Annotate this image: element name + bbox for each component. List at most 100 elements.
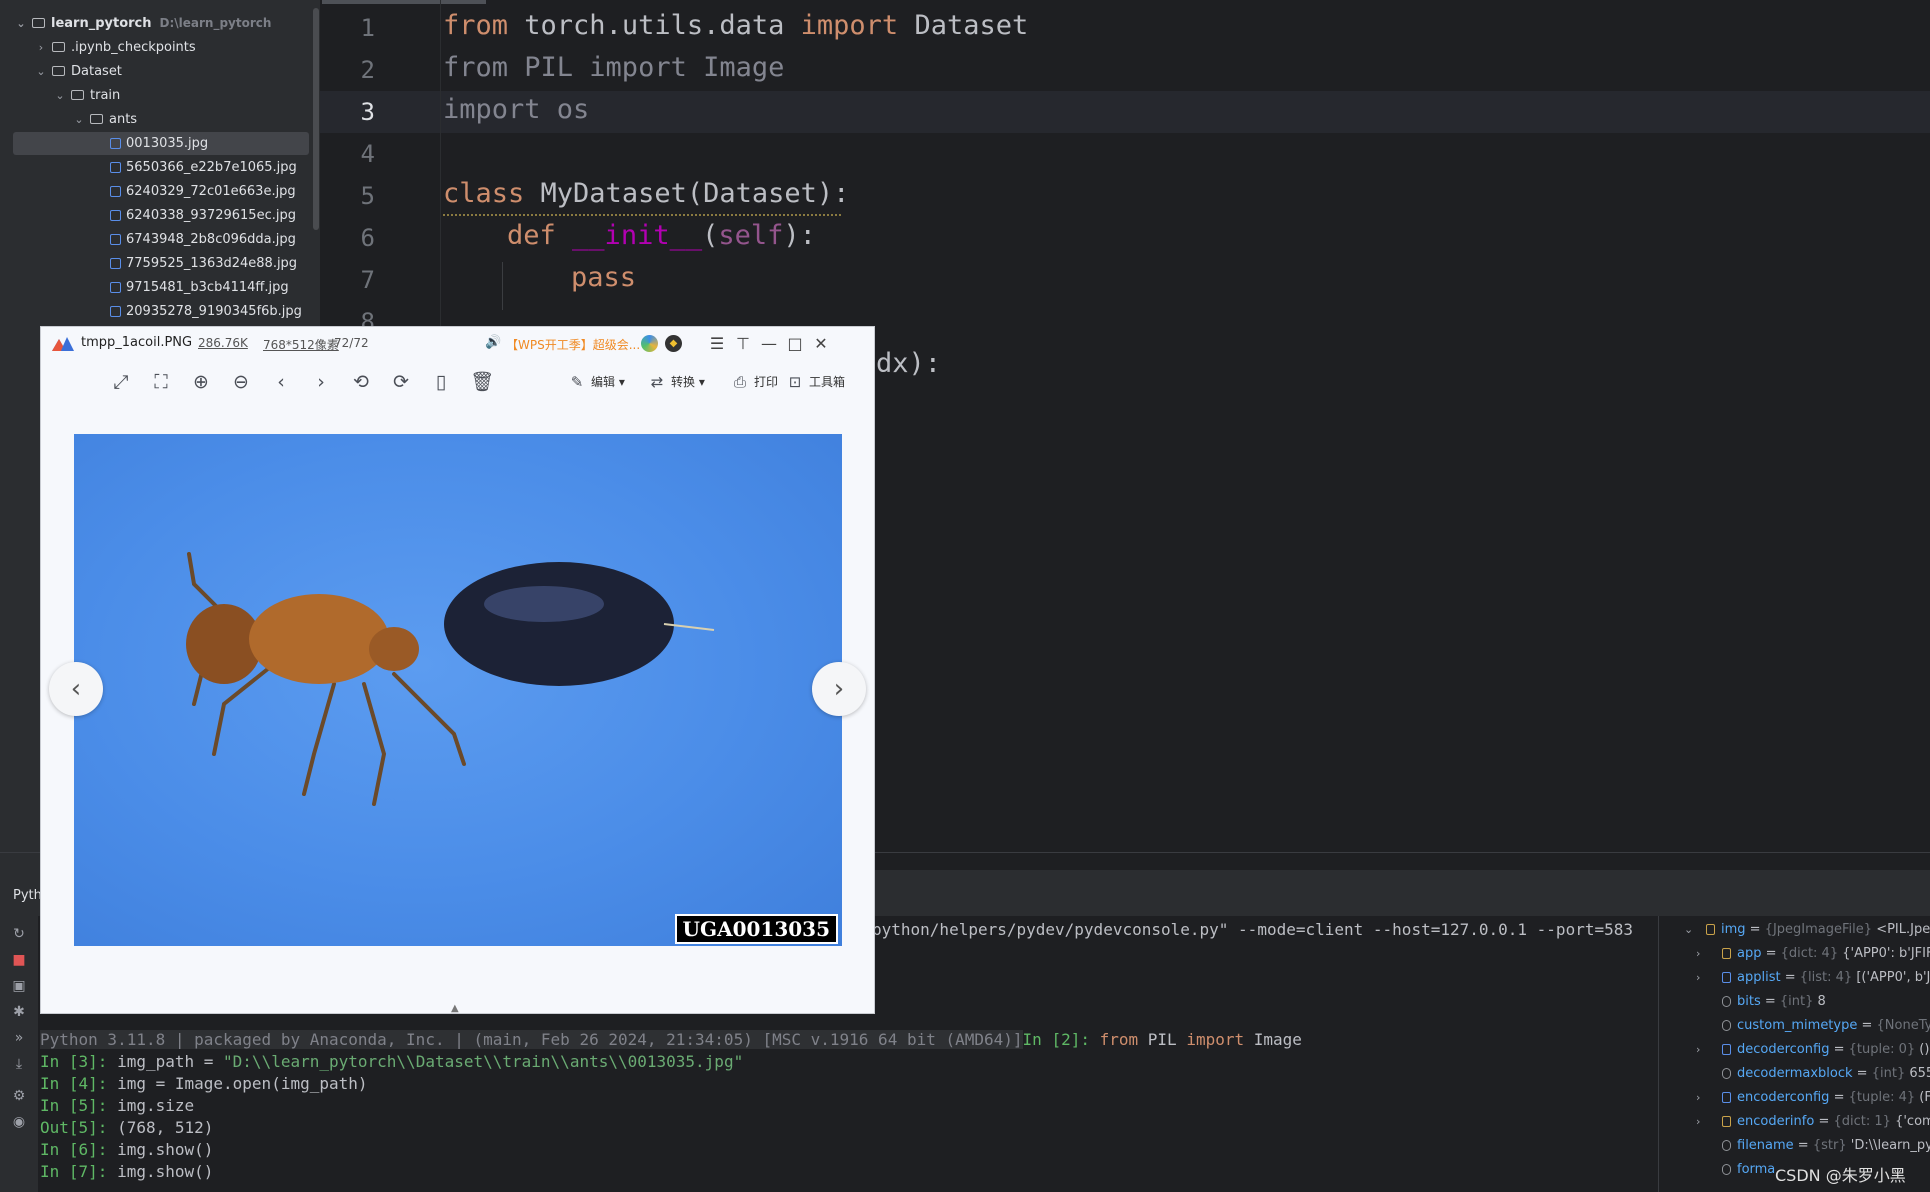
- badge-icon[interactable]: ◆: [665, 335, 682, 352]
- console-line: Out[5]: (768, 512): [40, 1118, 213, 1137]
- console-tab[interactable]: Pyth: [13, 888, 42, 903]
- tree-item-label: Dataset: [71, 63, 122, 79]
- previous-icon[interactable]: ‹: [270, 371, 292, 393]
- line-number: 7: [360, 266, 375, 294]
- console-text: from: [1099, 1030, 1139, 1049]
- tree-item-file[interactable]: 0013035.jpg: [106, 132, 208, 154]
- delete-icon[interactable]: 🗑: [470, 371, 494, 393]
- tree-item-file[interactable]: 5650366_e22b7e1065.jpg: [106, 156, 297, 178]
- variable-row[interactable]: ›encoderconfig = {tuple: 4} (Fa: [1696, 1090, 1930, 1105]
- variable-row[interactable]: filename = {str} 'D:\\learn_pytc: [1722, 1138, 1930, 1153]
- tree-item-file[interactable]: 20935278_9190345f6b.jpg: [106, 300, 302, 322]
- line-number: 5: [360, 182, 375, 210]
- variable-type: {dict: 4}: [1780, 946, 1839, 961]
- variable-row[interactable]: › applist = {list: 4} [('APP0', b'JF: [1696, 970, 1930, 985]
- console-text: img_path =: [117, 1052, 224, 1071]
- chevron-down-icon: ⌄: [36, 64, 46, 78]
- console-line: python/helpers/pydev/pydevconsole.py" --…: [872, 920, 1633, 939]
- variable-row[interactable]: decodermaxblock = {int} 6553: [1722, 1066, 1930, 1081]
- variable-value: <PIL.JpegI: [1876, 922, 1930, 937]
- console-text: PIL: [1138, 1030, 1187, 1049]
- pin-icon[interactable]: ⊤: [734, 334, 752, 353]
- console-prompt: Out[5]:: [40, 1118, 118, 1137]
- tree-item-file[interactable]: 9715481_b3cb4114ff.jpg: [106, 276, 289, 298]
- minimize-icon[interactable]: —: [760, 334, 778, 353]
- previous-image-button[interactable]: ‹: [49, 662, 103, 716]
- tuple-icon: [1722, 1044, 1731, 1055]
- variable-row[interactable]: forma: [1722, 1162, 1775, 1177]
- chevron-right-icon[interactable]: ›: [1696, 947, 1700, 960]
- maximize-icon[interactable]: □: [786, 334, 804, 353]
- chevron-right-icon[interactable]: ›: [1696, 1115, 1700, 1128]
- stop-icon[interactable]: ■: [11, 952, 27, 968]
- rotate-right-icon[interactable]: ⟳: [390, 371, 412, 393]
- next-icon[interactable]: ›: [310, 371, 332, 393]
- code-token: class: [443, 178, 525, 209]
- tree-item-label: 6240338_93729615ec.jpg: [126, 207, 296, 223]
- tree-item-ants[interactable]: ⌄ ants: [72, 108, 137, 130]
- tree-item-file[interactable]: 6240338_93729615ec.jpg: [106, 204, 296, 226]
- menu-icon[interactable]: ☰: [708, 334, 726, 353]
- viewer-toolbar: ⤢ ⛶ ⊕ ⊖ ‹ › ⟲ ⟳ ▯ 🗑 ✎ 编辑 ▾ ⇄ 转换 ▾ ⎙ 打印 ⊡…: [41, 361, 874, 407]
- eye-icon[interactable]: ◉: [11, 1114, 27, 1130]
- variable-row[interactable]: ⌄img = {JpegImageFile} <PIL.JpegI: [1684, 922, 1930, 937]
- tree-item-learn-pytorch[interactable]: ⌄ learn_pytorch D:\learn_pytorch: [14, 12, 271, 34]
- chevron-down-icon[interactable]: ⌄: [1684, 923, 1693, 936]
- fit-window-icon[interactable]: ⛶: [150, 371, 172, 393]
- image-dims[interactable]: 768*512像素: [263, 336, 339, 353]
- code-token: Dataset: [898, 10, 1029, 41]
- variable-row[interactable]: ›encoderinfo = {dict: 1} {'compr: [1696, 1114, 1930, 1129]
- rotate-left-icon[interactable]: ⟲: [350, 371, 372, 393]
- variable-row[interactable]: ›app = {dict: 4} {'APP0': b'JFIF\x: [1696, 946, 1930, 961]
- next-image-button[interactable]: ›: [812, 662, 866, 716]
- close-icon[interactable]: ✕: [812, 334, 830, 353]
- toolbox-icon[interactable]: ⊡: [784, 371, 806, 393]
- toolbox-button[interactable]: 工具箱: [809, 373, 845, 390]
- file-size[interactable]: 286.76K: [198, 336, 248, 350]
- resize-handle-icon[interactable]: ▲: [451, 1003, 459, 1014]
- download-icon[interactable]: ⤓: [11, 1056, 27, 1072]
- code-token: torch.utils.data: [508, 10, 801, 41]
- console-line: In [7]: img.show(): [40, 1162, 213, 1181]
- code-line: def __init__(self):: [507, 220, 816, 251]
- tree-item-file[interactable]: 6240329_72c01e663e.jpg: [106, 180, 296, 202]
- edit-menu[interactable]: 编辑 ▾: [591, 373, 625, 390]
- chevron-right-icon[interactable]: ›: [1696, 971, 1700, 984]
- tree-scrollbar[interactable]: [313, 8, 319, 230]
- variable-row[interactable]: › decoderconfig = {tuple: 0} (): [1696, 1042, 1929, 1057]
- variable-row[interactable]: custom_mimetype = {NoneTyp: [1722, 1018, 1930, 1033]
- history-icon[interactable]: »: [11, 1030, 27, 1046]
- edit-icon[interactable]: ✎: [566, 371, 588, 393]
- convert-icon[interactable]: ⇄: [646, 371, 668, 393]
- print-icon[interactable]: ⎙: [729, 371, 751, 393]
- weather-icon[interactable]: [641, 335, 658, 352]
- fullscreen-icon[interactable]: ⤢: [110, 371, 132, 393]
- image-dims-text: 768*512像素: [263, 338, 339, 352]
- promo-banner[interactable]: 【WPS开工季】超级会...: [506, 336, 640, 353]
- console-icon[interactable]: ▣: [11, 978, 27, 994]
- project-path: D:\learn_pytorch: [159, 16, 272, 30]
- tree-item-train[interactable]: ⌄ train: [53, 84, 120, 106]
- viewer-titlebar[interactable]: tmpp_1acoil.PNG 286.76K 768*512像素 72/72 …: [41, 327, 874, 361]
- chevron-right-icon[interactable]: ›: [1696, 1091, 1700, 1104]
- zoom-out-icon[interactable]: ⊖: [230, 371, 252, 393]
- tree-item-label: 0013035.jpg: [126, 135, 209, 151]
- image-file-icon: [110, 281, 121, 293]
- debug-icon[interactable]: ✱: [11, 1004, 27, 1020]
- tree-item-ipynb-checkpoints[interactable]: › .ipynb_checkpoints: [34, 36, 196, 58]
- rerun-icon[interactable]: ↻: [11, 926, 27, 942]
- mouse-icon[interactable]: ▯: [430, 371, 452, 393]
- print-button[interactable]: 打印: [754, 373, 778, 390]
- variable-type: {str}: [1812, 1138, 1847, 1153]
- zoom-in-icon[interactable]: ⊕: [190, 371, 212, 393]
- settings-icon[interactable]: ⚙: [11, 1088, 27, 1104]
- tree-item-file[interactable]: 7759525_1363d24e88.jpg: [106, 252, 297, 274]
- variable-row[interactable]: bits = {int} 8: [1722, 994, 1826, 1009]
- chevron-right-icon[interactable]: ›: [1696, 1043, 1700, 1056]
- console-text: img.show(): [117, 1140, 214, 1159]
- tree-item-file[interactable]: 6743948_2b8c096dda.jpg: [106, 228, 296, 250]
- convert-menu[interactable]: 转换 ▾: [671, 373, 705, 390]
- tree-item-dataset[interactable]: ⌄ Dataset: [34, 60, 122, 82]
- variable-value: 8: [1817, 994, 1826, 1009]
